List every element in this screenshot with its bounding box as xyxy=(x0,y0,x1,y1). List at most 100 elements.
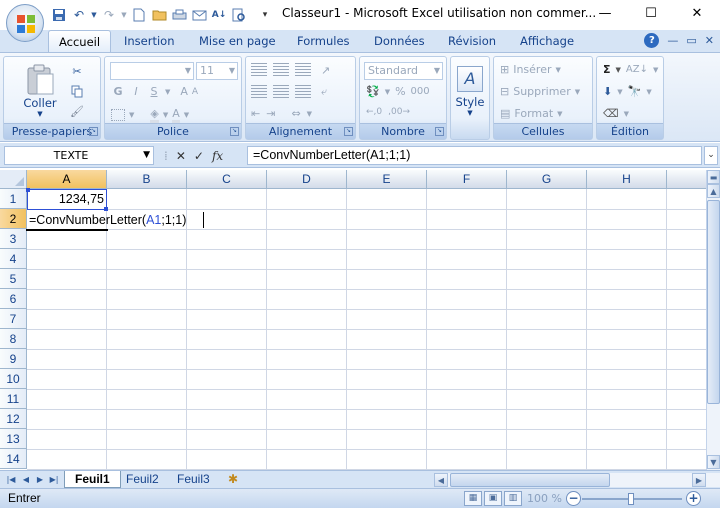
sheet-tab-feuil3[interactable]: Feuil3 xyxy=(167,471,220,488)
sort-filter-dropdown-icon[interactable]: ▼ xyxy=(653,66,658,74)
shrink-font-icon[interactable]: A xyxy=(192,87,198,97)
name-box[interactable]: TEXTE ▼ xyxy=(4,146,154,165)
percent-button[interactable]: % xyxy=(395,85,405,98)
borders-icon[interactable] xyxy=(111,109,125,121)
scroll-up-icon[interactable]: ▲ xyxy=(707,184,720,198)
sheet-tab-feuil1[interactable]: Feuil1 xyxy=(64,471,121,488)
wrap-text-icon[interactable]: ⤶ xyxy=(321,85,327,99)
font-size-select[interactable]: 11 ▼ xyxy=(196,62,238,80)
row-header-1[interactable]: 1 xyxy=(0,189,27,209)
vertical-scroll-thumb[interactable] xyxy=(707,200,720,404)
select-all-corner[interactable] xyxy=(0,170,27,189)
save-icon[interactable] xyxy=(50,6,68,24)
email-icon[interactable] xyxy=(190,6,208,24)
number-format-select[interactable]: Standard ▼ xyxy=(364,62,443,80)
formula-input[interactable]: =ConvNumberLetter(A1;1;1) xyxy=(247,146,702,165)
first-sheet-icon[interactable]: |◀ xyxy=(4,473,18,486)
italic-button[interactable]: I xyxy=(129,85,143,98)
row-header-12[interactable]: 12 xyxy=(0,409,27,429)
fill-color-icon[interactable]: ◈ xyxy=(150,107,159,123)
fill-color-dropdown-icon[interactable]: ▼ xyxy=(163,111,168,119)
align-right-icon[interactable] xyxy=(295,85,311,99)
ribbon-minimize-icon[interactable]: — xyxy=(667,34,678,47)
tab-insertion[interactable]: Insertion xyxy=(114,30,185,52)
tab-accueil[interactable]: Accueil xyxy=(48,30,112,52)
worksheet-grid[interactable]: A B C D E F G H 1 2 3 4 5 6 7 8 9 10 11 … xyxy=(0,170,706,470)
sort-filter-icon[interactable]: AZ↓ xyxy=(626,64,648,75)
number-launcher-icon[interactable]: ↘ xyxy=(435,127,444,136)
page-break-view-icon[interactable]: ▥ xyxy=(504,491,522,506)
fill-dropdown-icon[interactable]: ▼ xyxy=(617,88,622,96)
row-header-13[interactable]: 13 xyxy=(0,429,27,449)
column-header-b[interactable]: B xyxy=(107,170,187,189)
cancel-entry-icon[interactable]: ✕ xyxy=(176,149,186,163)
merge-center-icon[interactable]: ⇔ xyxy=(291,107,300,120)
currency-icon[interactable]: 💱 xyxy=(366,85,380,98)
redo-dropdown-icon[interactable]: ▼ xyxy=(120,6,128,24)
column-header-h[interactable]: H xyxy=(587,170,667,189)
customize-toolbar-icon[interactable]: ▾ xyxy=(260,6,270,24)
close-button[interactable]: ✕ xyxy=(674,0,720,26)
align-middle-icon[interactable] xyxy=(273,63,289,77)
print-preview-icon[interactable] xyxy=(230,6,248,24)
column-header-partial[interactable] xyxy=(667,170,706,189)
column-header-d[interactable]: D xyxy=(267,170,347,189)
cell-a1[interactable]: 1234,75 xyxy=(27,189,104,209)
column-header-a[interactable]: A xyxy=(27,170,107,189)
font-name-select[interactable]: ▼ xyxy=(110,62,194,80)
underline-dropdown-icon[interactable]: ▼ xyxy=(165,88,170,96)
cut-button[interactable]: ✂ xyxy=(68,62,86,80)
open-folder-icon[interactable] xyxy=(150,6,168,24)
cell-a2-editing[interactable]: =ConvNumberLetter(A1;1;1) xyxy=(29,210,186,230)
scroll-down-icon[interactable]: ▼ xyxy=(707,455,720,469)
column-header-g[interactable]: G xyxy=(507,170,587,189)
clipboard-launcher-icon[interactable]: ↘ xyxy=(89,127,98,136)
column-header-e[interactable]: E xyxy=(347,170,427,189)
horizontal-scroll-thumb[interactable] xyxy=(450,473,610,487)
expand-formula-bar-icon[interactable]: ⌄ xyxy=(704,146,718,165)
tab-affichage[interactable]: Affichage xyxy=(510,30,584,52)
new-document-icon[interactable] xyxy=(130,6,148,24)
row-header-4[interactable]: 4 xyxy=(0,249,27,269)
style-button[interactable]: A Style ▼ xyxy=(453,61,487,121)
bold-button[interactable]: G xyxy=(111,85,125,98)
row-header-2[interactable]: 2 xyxy=(0,209,27,229)
row-header-9[interactable]: 9 xyxy=(0,349,27,369)
row-header-3[interactable]: 3 xyxy=(0,229,27,249)
redo-icon[interactable]: ↷ xyxy=(100,6,118,24)
tab-formules[interactable]: Formules xyxy=(287,30,360,52)
thousands-button[interactable]: 000 xyxy=(411,86,430,97)
ribbon-close-icon[interactable]: ✕ xyxy=(705,34,714,47)
font-color-dropdown-icon[interactable]: ▼ xyxy=(184,111,189,119)
paste-button[interactable]: Coller ▼ xyxy=(12,61,68,121)
decrease-decimal-icon[interactable]: ,00→ xyxy=(388,107,410,117)
row-header-7[interactable]: 7 xyxy=(0,309,27,329)
zoom-out-icon[interactable]: − xyxy=(566,491,581,506)
insert-sheet-icon[interactable]: ✱ xyxy=(218,471,248,488)
merge-dropdown-icon[interactable]: ▼ xyxy=(307,110,312,118)
confirm-entry-icon[interactable]: ✓ xyxy=(194,149,204,163)
last-sheet-icon[interactable]: ▶| xyxy=(47,473,61,486)
row-header-11[interactable]: 11 xyxy=(0,389,27,409)
tab-revision[interactable]: Révision xyxy=(438,30,506,52)
sort-icon[interactable]: A↓ xyxy=(210,6,228,24)
row-header-8[interactable]: 8 xyxy=(0,329,27,349)
row-header-5[interactable]: 5 xyxy=(0,269,27,289)
insert-function-icon[interactable]: fx xyxy=(212,149,223,163)
underline-button[interactable]: S xyxy=(147,85,161,98)
borders-dropdown-icon[interactable]: ▼ xyxy=(129,111,134,119)
insert-cells-button[interactable]: ⊞ Insérer ▼ xyxy=(500,63,561,76)
normal-view-icon[interactable]: ▦ xyxy=(464,491,482,506)
copy-button[interactable] xyxy=(68,82,86,100)
quick-print-icon[interactable] xyxy=(170,6,188,24)
scroll-left-icon[interactable]: ◀ xyxy=(434,473,448,487)
increase-indent-icon[interactable]: ⇥ xyxy=(266,107,275,120)
row-header-14[interactable]: 14 xyxy=(0,449,27,469)
vertical-scrollbar[interactable]: ▬ ▲ ▼ xyxy=(706,170,720,470)
sheet-tab-feuil2[interactable]: Feuil2 xyxy=(116,471,169,488)
grow-font-icon[interactable]: A xyxy=(180,85,188,98)
alignment-launcher-icon[interactable]: ↘ xyxy=(344,127,353,136)
align-center-icon[interactable] xyxy=(273,85,289,99)
find-select-icon[interactable]: 🔭 xyxy=(628,85,642,98)
format-cells-button[interactable]: ▤ Format ▼ xyxy=(500,107,563,120)
